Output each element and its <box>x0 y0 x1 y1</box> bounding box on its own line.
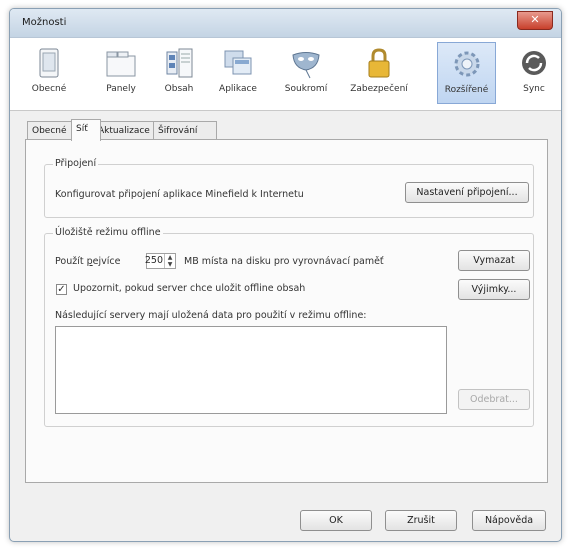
pane-privacy[interactable]: Soukromí <box>279 42 333 104</box>
pane-general[interactable]: Obecné <box>23 42 75 104</box>
pane-privacy-label: Soukromí <box>284 84 328 94</box>
pane-content[interactable]: Obsah <box>155 42 203 104</box>
remove-button[interactable]: Odebrat... <box>458 389 530 410</box>
ok-button[interactable]: OK <box>300 510 372 531</box>
help-button[interactable]: Nápověda <box>472 510 546 531</box>
padlock-icon <box>363 46 395 80</box>
title-bar: Možnosti ✕ <box>10 9 561 38</box>
pane-sync-label: Sync <box>523 84 545 94</box>
pane-tabs[interactable]: Panely <box>98 42 144 104</box>
notify-offline-checkbox[interactable]: ✓ <box>56 284 67 295</box>
general-icon <box>33 46 65 80</box>
clear-cache-button[interactable]: Vymazat <box>458 250 530 271</box>
sync-icon <box>518 46 550 80</box>
pane-general-label: Obecné <box>31 84 67 94</box>
network-tab-panel: Připojení Konfigurovat připojení aplikac… <box>25 139 548 483</box>
spin-up-icon[interactable]: ▲ <box>165 254 175 261</box>
pane-security-label: Zabezpečení <box>350 84 408 94</box>
cancel-button[interactable]: Zrušit <box>385 510 457 531</box>
connection-group: Připojení Konfigurovat připojení aplikac… <box>44 158 534 218</box>
pane-content-label: Obsah <box>164 84 194 94</box>
cache-size-spinner[interactable]: 250 ▲ ▼ <box>145 253 176 269</box>
content-icon <box>163 46 195 80</box>
pane-security[interactable]: Zabezpečení <box>346 42 412 104</box>
connection-settings-button[interactable]: Nastavení připojení... <box>405 182 529 203</box>
offline-servers-label: Následující servery mají uložená data pr… <box>55 310 367 321</box>
tabs-icon <box>105 46 137 80</box>
connection-description: Konfigurovat připojení aplikace Minefiel… <box>55 189 304 200</box>
pane-advanced[interactable]: Rozšířené <box>437 42 496 104</box>
tab-encryption[interactable]: Šifrování <box>153 121 217 140</box>
privacy-mask-icon <box>290 46 322 80</box>
tab-network[interactable]: Síť <box>71 119 101 141</box>
notify-offline-label: Upozornit, pokud server chce uložit offl… <box>73 283 306 294</box>
offline-storage-legend: Úložiště režimu offline <box>53 227 163 238</box>
pane-advanced-label: Rozšířené <box>444 85 489 95</box>
preferences-toolbar: Obecné Panely Obsah Aplikace Soukromí Za… <box>10 38 561 111</box>
cache-size-label: Použít pejvíce <box>55 256 120 267</box>
offline-servers-list[interactable] <box>55 326 447 414</box>
cache-size-label-rest: ejvíce <box>92 256 121 267</box>
close-icon[interactable]: ✕ <box>517 11 553 30</box>
pane-sync[interactable]: Sync <box>512 42 556 104</box>
tab-update[interactable]: Aktualizace <box>93 121 161 140</box>
exceptions-button[interactable]: Výjimky... <box>458 279 530 300</box>
cache-size-label-part: Použít <box>55 256 87 267</box>
spinner-arrows[interactable]: ▲ ▼ <box>164 254 175 268</box>
pane-tabs-label: Panely <box>106 84 136 94</box>
cache-size-suffix: MB místa na disku pro vyrovnávací paměť <box>184 256 384 267</box>
cache-size-value[interactable]: 250 <box>145 255 163 266</box>
spin-down-icon[interactable]: ▼ <box>165 261 175 268</box>
pane-applications[interactable]: Aplikace <box>210 42 266 104</box>
advanced-gear-icon <box>451 47 483 81</box>
applications-icon <box>222 46 254 80</box>
pane-applications-label: Aplikace <box>219 84 257 94</box>
window-title: Možnosti <box>22 17 67 28</box>
offline-storage-group: Úložiště režimu offline Použít pejvíce 2… <box>44 227 534 427</box>
options-window: Možnosti ✕ Obecné Panely Obsah Aplikace … <box>9 8 562 542</box>
connection-legend: Připojení <box>53 158 99 169</box>
